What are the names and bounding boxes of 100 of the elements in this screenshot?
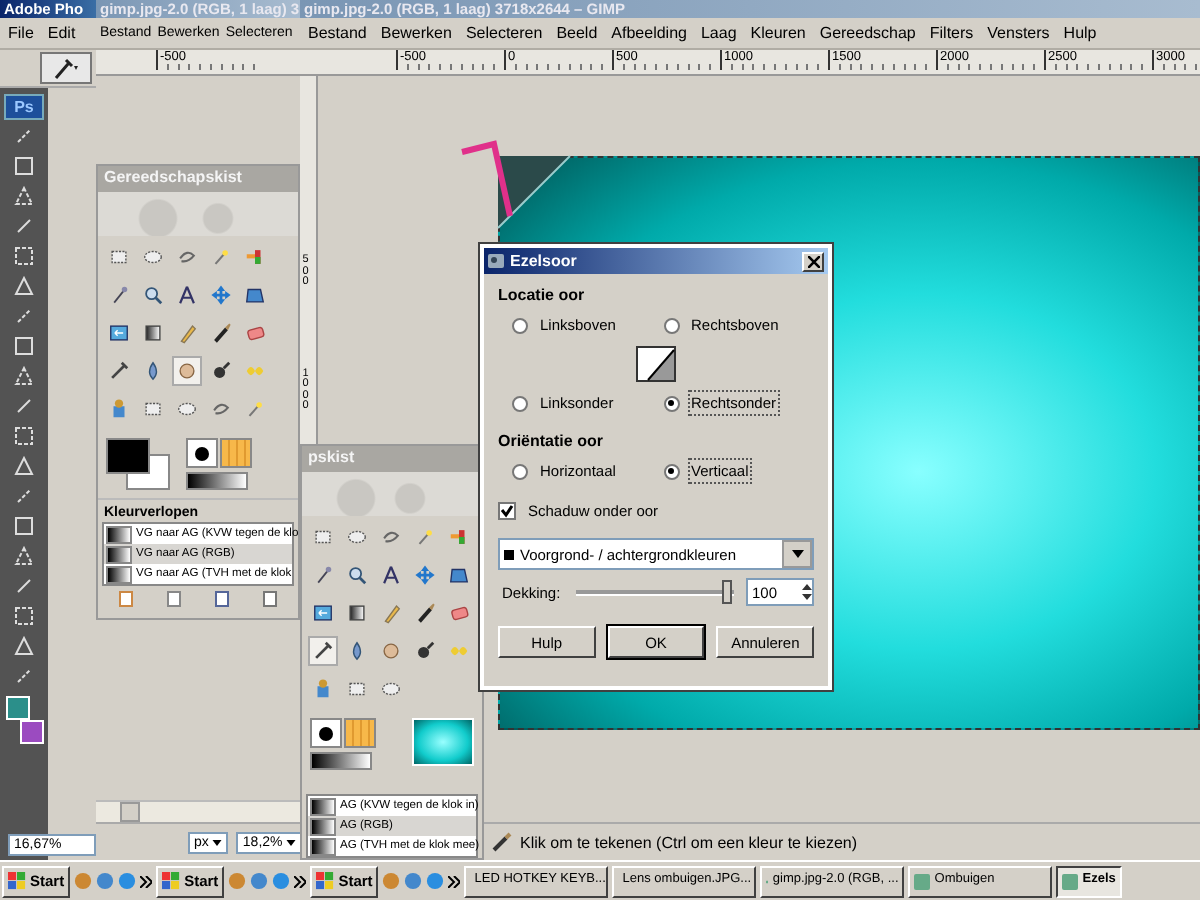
tool-button[interactable] [10,636,38,660]
more-icon[interactable] [294,875,307,887]
radio-button[interactable] [512,395,528,411]
tool-icon [414,526,436,548]
menu-item[interactable]: Edit [47,24,76,42]
tool-icon [448,526,470,548]
tool-icon [244,284,266,306]
tool-icon [210,246,232,268]
brush-dot-icon [318,725,334,741]
tool-icon [414,564,436,586]
menu-item[interactable]: Kleuren [750,24,806,42]
close-icon [807,255,819,267]
brush-dot-icon [194,445,210,461]
tool-icon [312,640,334,662]
tool-icon [312,526,334,548]
section-heading: Oriëntatie oor [498,432,605,450]
tool-button[interactable] [10,516,38,540]
tool-icon [414,640,436,662]
tool-icon [210,322,232,344]
gradient-preview[interactable] [186,472,248,490]
radio-button[interactable] [663,395,679,411]
tool-icon [312,602,334,624]
tool-icon [142,246,164,268]
tool-preset-button[interactable] [40,52,92,84]
menu-item[interactable]: Beeld [556,24,598,42]
tool-icon [176,322,198,344]
caret-icon [212,839,223,845]
tool-icon [142,284,164,306]
tool-icon [142,322,164,344]
tool-button[interactable] [10,336,38,360]
page-curl-drawing [494,152,574,232]
tool-icon [108,398,130,420]
eyedropper-icon [52,56,80,80]
tool-icon [210,360,232,382]
tool-icon [312,678,334,700]
tool-button[interactable] [10,426,38,450]
spin-arrows-icon[interactable] [802,582,812,602]
caret-icon [791,550,803,558]
tool-icon [244,246,266,268]
tool-button[interactable] [10,606,38,630]
tool-icon [380,564,402,586]
panel-title: Gereedschapskist [98,166,298,192]
radio-button[interactable] [663,317,679,333]
tool-button[interactable] [10,456,38,480]
tool-icon [380,602,402,624]
tool-icon [414,602,436,624]
image-thumbnail[interactable] [412,718,474,766]
tool-button[interactable] [10,156,38,180]
menu-item[interactable]: Vensters [987,24,1050,42]
app-badge: Ps [4,94,44,120]
brush-preview[interactable] [310,718,342,748]
tool-button[interactable] [10,186,38,210]
action-icon[interactable] [214,590,230,608]
tool-icon [448,564,470,586]
menu-item[interactable]: Bestand [308,24,367,42]
more-icon[interactable] [140,875,153,887]
windows-logo-icon [162,872,181,890]
tool-icon [108,322,130,344]
caret-icon [286,839,297,845]
brush-preview[interactable] [186,438,218,468]
tool-icon [108,360,130,382]
tool-button[interactable] [10,246,38,270]
radio-button[interactable] [512,317,528,333]
tool-button[interactable] [10,276,38,300]
tool-icon [108,284,130,306]
action-icon[interactable] [118,590,134,608]
background-color-swatch[interactable] [20,720,44,744]
more-icon[interactable] [448,875,461,887]
menu-item[interactable]: Filters [929,24,974,42]
menu-item[interactable]: Laag [700,24,737,42]
tool-button[interactable] [10,546,38,570]
action-icon[interactable] [166,590,182,608]
foreground-color-swatch[interactable] [106,438,150,474]
menu-item[interactable]: Bewerken [380,24,452,42]
tool-icon [176,246,198,268]
radio-button[interactable] [663,463,679,479]
tool-icon [176,360,198,382]
menu-item[interactable]: File [8,24,34,42]
tool-icon [176,398,198,420]
menu-item[interactable]: Afbeelding [611,24,687,42]
menu-item[interactable]: Selecteren [465,24,543,42]
slider-thumb[interactable] [722,580,732,604]
section-heading: Locatie oor [498,286,587,304]
tool-icon [142,398,164,420]
tool-icon [346,564,368,586]
tool-icon [346,678,368,700]
action-icon[interactable] [262,590,278,608]
close-button[interactable] [802,251,824,271]
tool-button[interactable] [308,636,338,666]
tool-icon [448,602,470,624]
gradient-preview[interactable] [310,752,372,770]
radio-button[interactable] [512,463,528,479]
windows-logo-icon [8,872,26,890]
tool-button[interactable] [10,366,38,390]
menu-item[interactable]: Gereedschap [819,24,916,42]
menu-item[interactable]: Hulp [1063,24,1097,42]
tool-icon [108,246,130,268]
pen-stroke [458,140,514,220]
tool-icon [244,322,266,344]
checkbox[interactable] [498,502,516,520]
